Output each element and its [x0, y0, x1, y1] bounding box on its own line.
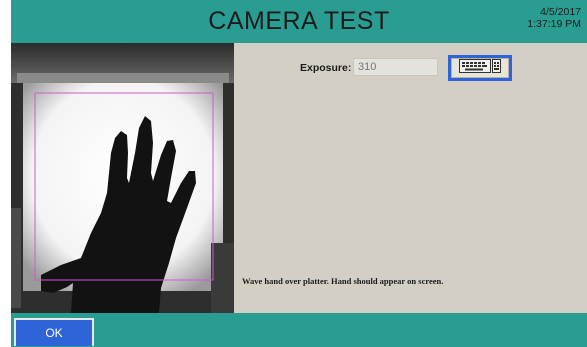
keyboard-button[interactable] — [448, 55, 512, 81]
page-title: CAMERA TEST — [208, 7, 390, 35]
exposure-field[interactable]: 310 — [353, 58, 438, 76]
keyboard-button-face[interactable] — [451, 58, 509, 78]
camera-image — [11, 43, 234, 313]
datetime-display: 4/5/2017 1:37:19 PM — [527, 6, 581, 30]
keyboard-icon — [459, 58, 501, 78]
instruction-text: Wave hand over platter. Hand should appe… — [242, 276, 444, 286]
footer-bar: OK — [11, 313, 587, 347]
date-text: 4/5/2017 — [540, 6, 581, 18]
settings-panel: Exposure: 310 Wave hand over platter. Ha… — [234, 43, 587, 313]
header-bar: CAMERA TEST 4/5/2017 1:37:19 PM — [11, 0, 587, 43]
ok-button[interactable]: OK — [14, 318, 94, 346]
time-text: 1:37:19 PM — [527, 18, 581, 30]
camera-preview — [11, 43, 234, 313]
exposure-label: Exposure: — [300, 62, 352, 74]
camera-test-screen: CAMERA TEST 4/5/2017 1:37:19 PM Exposure… — [0, 0, 587, 347]
